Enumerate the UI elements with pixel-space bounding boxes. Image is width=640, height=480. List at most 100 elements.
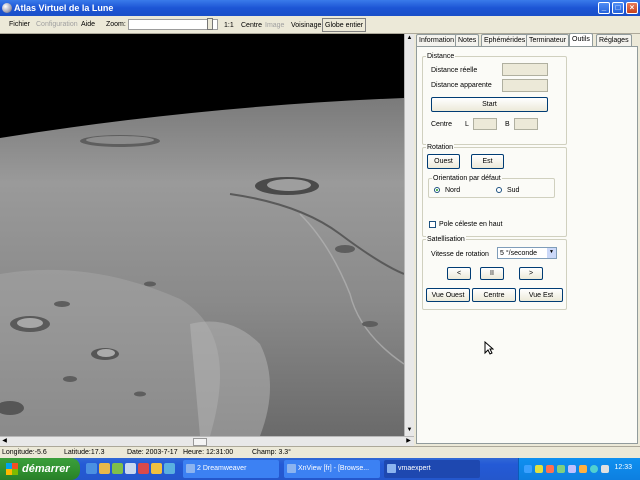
tray-update-icon[interactable]: [557, 465, 565, 473]
tray-messenger-icon[interactable]: [568, 465, 576, 473]
tray-app-icon[interactable]: [579, 465, 587, 473]
moon-view[interactable]: [0, 34, 404, 436]
scroll-right-arrow-icon[interactable]: ▶: [404, 437, 413, 446]
windows-logo-icon: [6, 463, 18, 475]
title-bar: Atlas Virtuel de la Lune _ □ ×: [0, 0, 640, 16]
orientation-group: Orientation par défaut Nord Sud: [428, 175, 555, 198]
horizontal-scroll-thumb[interactable]: [193, 438, 207, 446]
close-button[interactable]: ×: [626, 2, 638, 14]
xnview-icon: [287, 464, 296, 473]
quicklaunch-desktop-icon[interactable]: [125, 463, 136, 474]
centre-l-label: L: [465, 121, 469, 128]
status-bar: Longitude:-5.6 Latitude:17.3 Date: 2003-…: [0, 446, 640, 458]
outils-tab-content: Distance Distance réelle Distance appare…: [416, 46, 638, 444]
menu-fichier[interactable]: Fichier: [9, 21, 30, 28]
mouse-cursor-icon: [484, 341, 494, 355]
status-date: Date: 2003-7-17: [127, 449, 178, 456]
centre-l-field: [473, 118, 497, 130]
vmaexpert-icon: [387, 464, 396, 473]
dreamweaver-icon: [186, 464, 195, 473]
ratio-button[interactable]: 1:1: [221, 18, 237, 32]
menu-configuration[interactable]: Configuration: [36, 21, 78, 28]
start-button[interactable]: Start: [431, 97, 548, 112]
scroll-left-arrow-icon[interactable]: ◀: [0, 437, 9, 446]
tab-terminateur[interactable]: Terminateur: [526, 34, 569, 46]
dropdown-arrow-icon[interactable]: ▼: [547, 248, 556, 258]
vertical-scrollbar[interactable]: ▲ ▼: [404, 34, 414, 436]
tab-outils[interactable]: Outils: [569, 33, 593, 47]
vue-ouest-button[interactable]: Vue Ouest: [426, 288, 470, 302]
quicklaunch-folder-icon[interactable]: [99, 463, 110, 474]
quicklaunch-browser-icon[interactable]: [86, 463, 97, 474]
sud-radio[interactable]: [496, 187, 502, 193]
system-tray: 12:33: [518, 458, 640, 480]
rotation-group: Rotation Ouest Est Orientation par défau…: [422, 144, 567, 237]
vitesse-select[interactable]: 5 °/seconde ▼: [497, 247, 557, 259]
taskbar: démarrer 2 Dreamweaver XnView [fr] - [Br…: [0, 458, 640, 480]
centre-toolbar-button[interactable]: Centre: [238, 18, 266, 32]
centre-b-label: B: [505, 121, 510, 128]
horizontal-scrollbar[interactable]: ◀ ▶: [0, 436, 414, 446]
quicklaunch-mail-icon[interactable]: [164, 463, 175, 474]
distance-title: Distance: [426, 53, 456, 60]
nord-radio[interactable]: [434, 187, 440, 193]
nord-label[interactable]: Nord: [445, 187, 460, 194]
status-heure: Heure: 12:31:00: [183, 449, 234, 456]
moon-surface-image: [0, 34, 404, 436]
task-dreamweaver-label: 2 Dreamweaver: [197, 465, 247, 472]
scroll-up-arrow-icon[interactable]: ▲: [405, 34, 414, 43]
sud-label[interactable]: Sud: [507, 187, 519, 194]
tools-panel: Information Notes Ephémérides Terminateu…: [414, 33, 640, 446]
voisinage-button[interactable]: Voisinage: [288, 18, 325, 32]
taskbar-clock: 12:33: [614, 464, 632, 471]
distance-apparente-label: Distance apparente: [431, 82, 492, 89]
distance-apparente-field: [502, 79, 548, 92]
quicklaunch-media-icon[interactable]: [138, 463, 149, 474]
start-button-taskbar[interactable]: démarrer: [0, 458, 80, 480]
zoom-slider-track[interactable]: [128, 19, 218, 30]
minimize-button[interactable]: _: [598, 2, 610, 14]
tab-ephemerides[interactable]: Ephémérides: [481, 34, 529, 46]
tray-network-icon[interactable]: [524, 465, 532, 473]
window-title: Atlas Virtuel de la Lune: [14, 3, 114, 13]
globe-entier-button[interactable]: Globe entier: [322, 18, 367, 32]
distance-reelle-label: Distance réelle: [431, 67, 478, 74]
start-label: démarrer: [22, 463, 70, 475]
pole-celeste-label[interactable]: Pole céleste en haut: [439, 221, 502, 228]
tray-volume-icon[interactable]: [601, 465, 609, 473]
est-button[interactable]: Est: [471, 154, 504, 169]
pause-button[interactable]: II: [480, 267, 504, 280]
tray-security-icon[interactable]: [535, 465, 543, 473]
moon-app-icon: [2, 3, 12, 13]
tray-sync-icon[interactable]: [590, 465, 598, 473]
satellisation-title: Satellisation: [426, 236, 466, 243]
quicklaunch-explorer-icon[interactable]: [151, 463, 162, 474]
ouest-button[interactable]: Ouest: [427, 154, 460, 169]
orientation-title: Orientation par défaut: [432, 175, 502, 182]
tab-notes[interactable]: Notes: [455, 34, 480, 46]
zoom-slider-thumb[interactable]: [207, 18, 213, 30]
centre-b-field: [514, 118, 538, 130]
pole-celeste-checkbox[interactable]: [429, 221, 436, 228]
image-toolbar-button[interactable]: Image: [262, 18, 288, 32]
vue-est-button[interactable]: Vue Est: [519, 288, 563, 302]
task-xnview-label: XnView [fr] - [Browse...: [298, 465, 370, 472]
next-button[interactable]: >: [519, 267, 543, 280]
vue-centre-button[interactable]: Centre: [472, 288, 516, 302]
tray-antivirus-icon[interactable]: [546, 465, 554, 473]
vitesse-value: 5 °/seconde: [500, 250, 538, 257]
task-vmaexpert[interactable]: vmaexpert: [384, 460, 480, 478]
menu-aide[interactable]: Aide: [81, 21, 95, 28]
zoom-label: Zoom:: [106, 21, 126, 28]
scroll-down-arrow-icon[interactable]: ▼: [405, 426, 414, 435]
task-dreamweaver[interactable]: 2 Dreamweaver: [183, 460, 279, 478]
previous-button[interactable]: <: [447, 267, 471, 280]
maximize-button[interactable]: □: [612, 2, 624, 14]
task-vmaexpert-label: vmaexpert: [398, 465, 431, 472]
tab-reglages[interactable]: Réglages: [596, 34, 632, 46]
quicklaunch-app-icon[interactable]: [112, 463, 123, 474]
status-latitude: Latitude:17.3: [64, 449, 105, 456]
task-xnview[interactable]: XnView [fr] - [Browse...: [284, 460, 380, 478]
tab-information[interactable]: Information: [416, 34, 458, 46]
rotation-title: Rotation: [426, 144, 455, 151]
